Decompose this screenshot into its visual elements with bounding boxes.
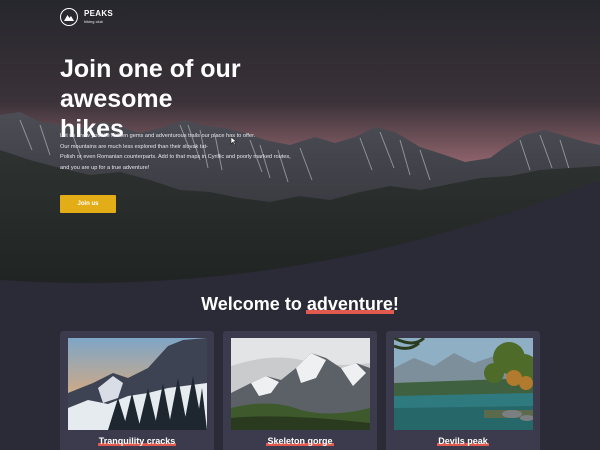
hike-card-title[interactable]: Tranquility cracks — [68, 436, 206, 446]
hero-title-highlight: awesome — [60, 85, 173, 113]
lake-forest-photo — [394, 338, 533, 430]
hike-card[interactable]: Devils peak — [386, 331, 540, 450]
hike-card[interactable]: Tranquility cracks — [60, 331, 214, 450]
hike-cards: Tranquility cracks Skeleton gorge Devils… — [60, 331, 541, 450]
hero-paragraph-line: Polish or even Romanian counterparts. Ad… — [60, 154, 291, 160]
brand-name: PEAKS — [84, 9, 114, 18]
brand[interactable]: PEAKS hiking club — [60, 8, 113, 26]
welcome-suffix: ! — [392, 294, 399, 314]
join-us-button[interactable]: Join us — [60, 195, 116, 213]
mountain-logo-icon — [60, 8, 78, 26]
hero-paragraph-line: and you are up for a true adventure! — [60, 164, 150, 171]
cloudy-peaks-photo — [231, 338, 370, 430]
hero-title-line1: Join one of our — [60, 55, 241, 83]
hero-paragraph-line: Let us show you the hidden gems and adve… — [60, 133, 256, 139]
hero-paragraph-line: Our mountains are much less explored tha… — [60, 143, 208, 150]
snowy-forest-mountain-photo — [68, 338, 207, 430]
brand-subtitle: hiking club — [84, 19, 103, 24]
hike-card[interactable]: Skeleton gorge — [223, 331, 377, 450]
mouse-cursor-icon — [230, 136, 238, 146]
welcome-heading: Welcome to adventure! — [0, 294, 600, 315]
welcome-prefix: Welcome to — [201, 294, 307, 314]
hike-card-title[interactable]: Skeleton gorge — [231, 436, 369, 446]
hero-paragraph: Let us show you the hidden gems and adve… — [60, 131, 320, 173]
hike-card-title[interactable]: Devils peak — [394, 436, 532, 446]
hero-section: PEAKS hiking club Join one of our awesom… — [0, 0, 600, 290]
welcome-highlight: adventure — [306, 294, 393, 314]
